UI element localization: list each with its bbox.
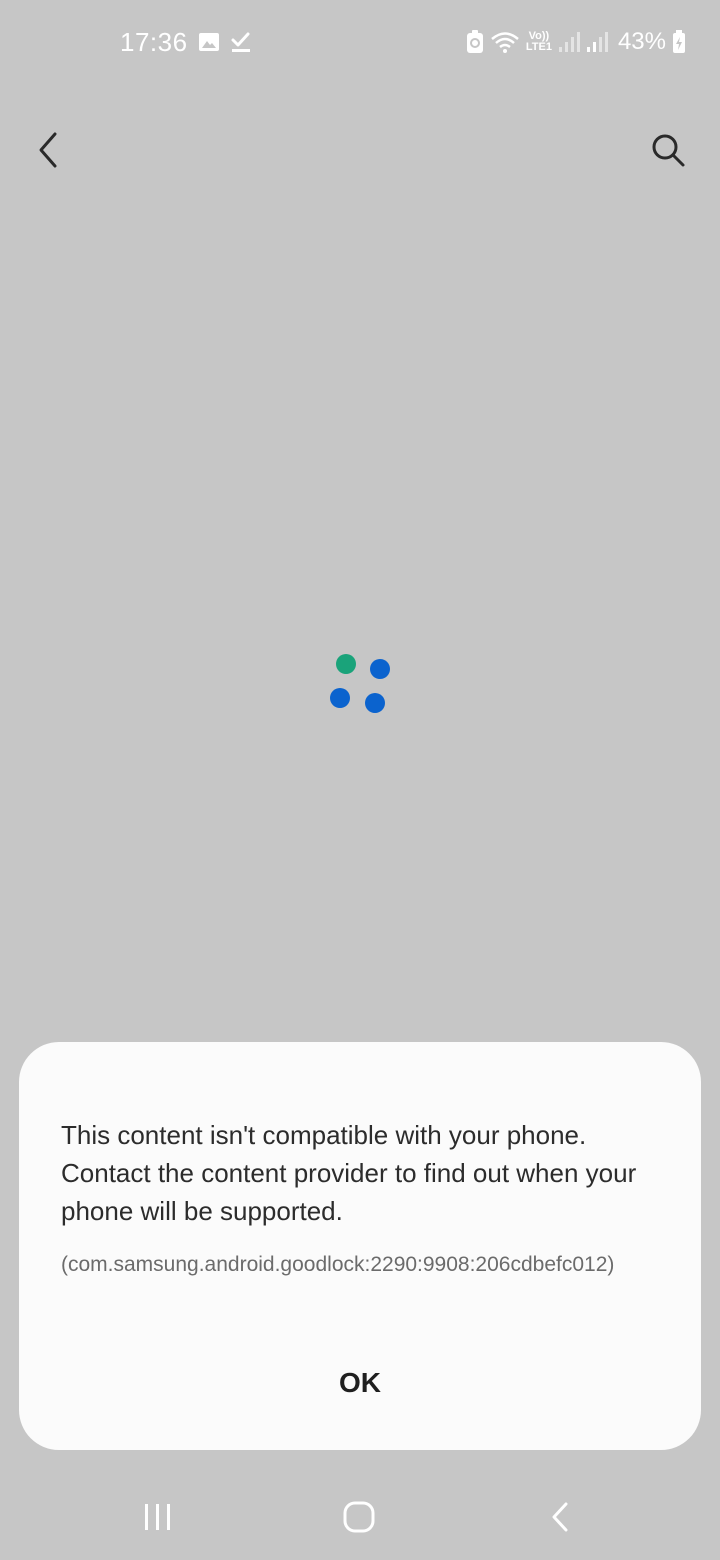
status-time: 17:36	[120, 26, 188, 57]
spinner-dot	[365, 693, 385, 713]
spinner-dot	[370, 659, 390, 679]
signal-icon	[558, 31, 580, 53]
back-icon	[552, 1502, 568, 1532]
back-arrow-icon	[39, 132, 57, 168]
lte-label: LTE1	[525, 41, 552, 53]
nav-back-button[interactable]	[530, 1492, 590, 1542]
incompatible-content-dialog: This content isn't compatible with your …	[19, 1042, 701, 1450]
spinner-dot	[330, 688, 350, 708]
battery-saver-icon	[466, 30, 484, 54]
search-button[interactable]	[642, 124, 694, 176]
status-right: Vo)) LTE1 43%	[466, 24, 686, 60]
volte-icon: Vo)) LTE1	[526, 31, 552, 53]
spinner-dot	[336, 654, 356, 674]
wifi-icon	[490, 30, 520, 54]
navigation-bar	[0, 1476, 720, 1560]
check-download-icon	[230, 31, 252, 53]
status-bar: 17:36 Vo)) LTE1 43%	[0, 0, 720, 84]
search-icon	[652, 134, 685, 167]
loading-spinner	[320, 646, 400, 726]
toolbar	[0, 110, 720, 190]
ok-button[interactable]: OK	[259, 1350, 461, 1416]
back-button[interactable]	[24, 124, 72, 176]
dialog-message: This content isn't compatible with your …	[61, 1120, 637, 1226]
status-left: 17:36	[120, 24, 252, 60]
dialog-error-code: (com.samsung.android.goodlock:2290:9908:…	[61, 1253, 615, 1276]
signal-icon	[586, 31, 608, 53]
home-icon	[343, 1501, 375, 1533]
home-button[interactable]	[329, 1492, 389, 1542]
battery-icon	[672, 30, 686, 54]
recents-button[interactable]	[128, 1492, 188, 1542]
battery-percent: 43%	[617, 28, 666, 55]
recents-icon	[145, 1504, 170, 1530]
gallery-icon	[198, 31, 220, 53]
